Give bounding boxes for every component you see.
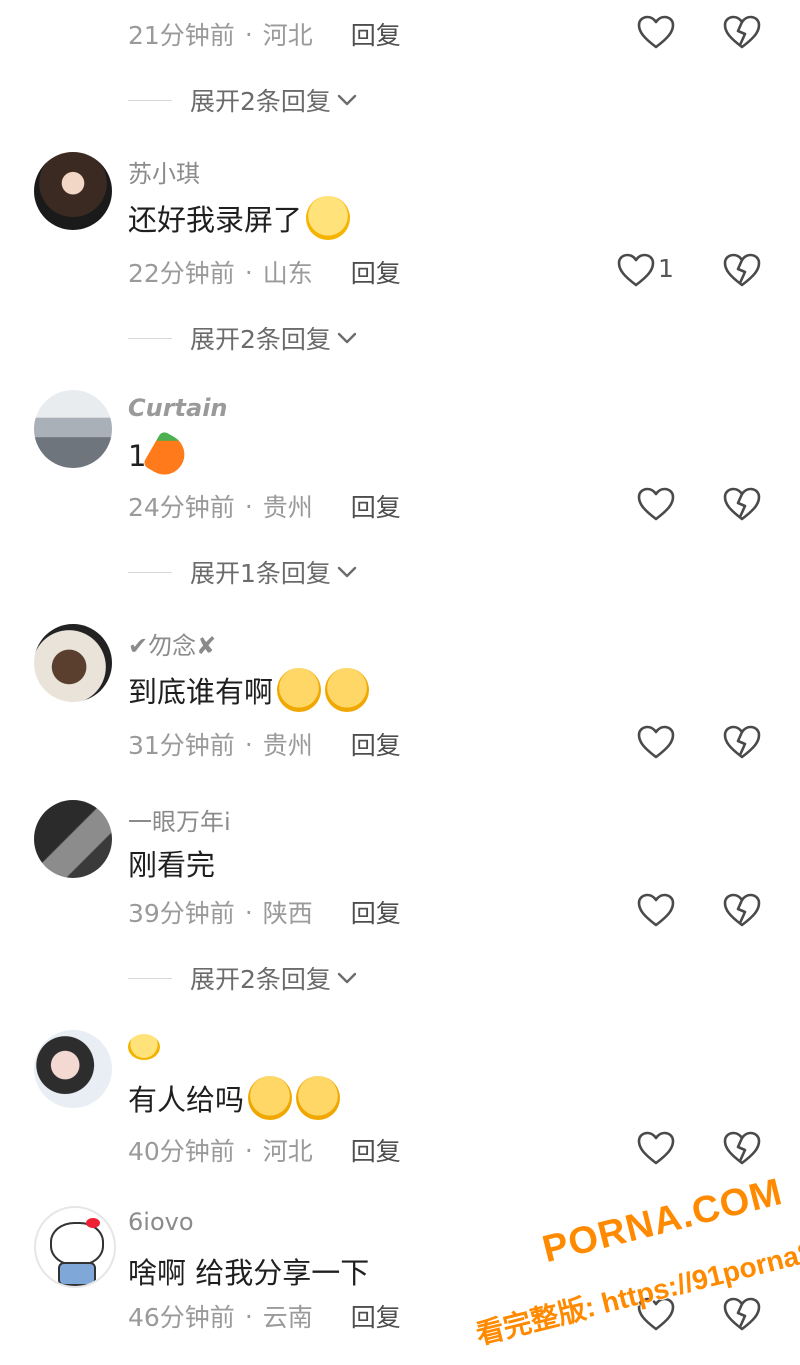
chevron-down-icon bbox=[337, 972, 357, 984]
like-heart-icon[interactable] bbox=[636, 1130, 676, 1166]
comment-time: 24分钟前 bbox=[128, 493, 235, 522]
comment-meta: 40分钟前 · 河北 回复 bbox=[128, 1132, 401, 1168]
smile-emoji-icon bbox=[306, 196, 351, 240]
comment-text: 1 bbox=[128, 439, 147, 473]
comment-text: 啥啊 给我分享一下 bbox=[128, 1256, 370, 1290]
username[interactable]: Curtain bbox=[128, 394, 228, 422]
expand-label: 展开2条回复 bbox=[190, 87, 331, 116]
meta-separator: · bbox=[244, 897, 253, 927]
expand-divider bbox=[128, 977, 172, 979]
comment-location: 陕西 bbox=[262, 899, 313, 928]
expand-replies-button[interactable]: 展开1条回复 bbox=[128, 554, 357, 590]
comment-text-row: 到底谁有啊 bbox=[128, 668, 370, 712]
meta-separator: · bbox=[244, 1301, 253, 1331]
comment-time: 40分钟前 bbox=[128, 1137, 235, 1166]
user-avatar[interactable] bbox=[34, 152, 112, 230]
expand-replies-button[interactable]: 展开2条回复 bbox=[128, 82, 357, 118]
dislike-broken-heart-icon[interactable] bbox=[722, 486, 762, 522]
comment-text: 还好我录屏了 bbox=[128, 203, 303, 237]
expand-divider bbox=[128, 571, 172, 573]
meta-separator: · bbox=[244, 1135, 253, 1165]
reply-button[interactable]: 回复 bbox=[351, 488, 401, 524]
user-avatar[interactable] bbox=[34, 1030, 112, 1108]
dislike-broken-heart-icon[interactable] bbox=[722, 1130, 762, 1166]
reply-button[interactable]: 回复 bbox=[351, 894, 401, 930]
meta-separator: · bbox=[244, 491, 253, 521]
comment-time: 21分钟前 bbox=[128, 21, 235, 50]
meta-separator: · bbox=[244, 257, 253, 287]
meta-separator: · bbox=[244, 729, 253, 759]
dislike-broken-heart-icon[interactable] bbox=[722, 724, 762, 760]
comment-meta: 24分钟前 · 贵州 回复 bbox=[128, 488, 401, 524]
user-avatar[interactable] bbox=[34, 624, 112, 702]
comment-location: 河北 bbox=[262, 1137, 313, 1166]
username[interactable]: 苏小琪 bbox=[128, 154, 200, 189]
chevron-down-icon bbox=[337, 94, 357, 106]
comment-meta: 39分钟前 · 陕西 回复 bbox=[128, 894, 401, 930]
user-avatar[interactable] bbox=[34, 800, 112, 878]
like-heart-icon[interactable] bbox=[636, 724, 676, 760]
comment-meta: 31分钟前 · 贵州 回复 bbox=[128, 726, 401, 762]
comment-location: 贵州 bbox=[262, 493, 313, 522]
comment-meta: 22分钟前 · 山东 回复 bbox=[128, 254, 401, 290]
comment-time: 39分钟前 bbox=[128, 899, 235, 928]
comment-meta: 46分钟前 · 云南 回复 bbox=[128, 1298, 401, 1334]
dislike-broken-heart-icon[interactable] bbox=[722, 892, 762, 928]
hello-kitty-face bbox=[50, 1222, 104, 1266]
comment-text-row: 还好我录屏了 bbox=[128, 196, 351, 240]
comment-time: 31分钟前 bbox=[128, 731, 235, 760]
reply-button[interactable]: 回复 bbox=[351, 16, 401, 52]
comment-location: 云南 bbox=[262, 1303, 313, 1332]
user-avatar[interactable] bbox=[34, 390, 112, 468]
like-heart-icon[interactable] bbox=[636, 14, 676, 50]
expand-divider bbox=[128, 337, 172, 339]
reply-button[interactable]: 回复 bbox=[351, 1298, 401, 1334]
chevron-down-icon bbox=[337, 332, 357, 344]
user-avatar[interactable] bbox=[34, 1206, 116, 1288]
bow-decoration bbox=[86, 1218, 100, 1228]
comment-text-row: 刚看完 bbox=[128, 842, 215, 884]
like-heart-icon[interactable] bbox=[636, 486, 676, 522]
hug-emoji-icon bbox=[277, 668, 322, 712]
comment-text: 到底谁有啊 bbox=[128, 675, 274, 709]
expand-divider bbox=[128, 99, 172, 101]
pleading-emoji-icon bbox=[296, 1076, 341, 1120]
expand-label: 展开1条回复 bbox=[190, 559, 331, 588]
comment-text-row: 有人给吗 bbox=[128, 1076, 341, 1120]
comment-location: 山东 bbox=[262, 259, 313, 288]
expand-label: 展开2条回复 bbox=[190, 965, 331, 994]
reply-button[interactable]: 回复 bbox=[351, 726, 401, 762]
dislike-broken-heart-icon[interactable] bbox=[722, 1296, 762, 1332]
username[interactable]: ✔勿念✘ bbox=[128, 626, 216, 661]
expand-label: 展开2条回复 bbox=[190, 325, 331, 354]
like-heart-icon[interactable] bbox=[616, 252, 656, 288]
dislike-broken-heart-icon[interactable] bbox=[722, 252, 762, 288]
comment-time: 22分钟前 bbox=[128, 259, 235, 288]
like-heart-icon[interactable] bbox=[636, 892, 676, 928]
meta-separator: · bbox=[244, 19, 253, 49]
comment-location: 河北 bbox=[262, 21, 313, 50]
username[interactable]: 6iovo bbox=[128, 1208, 194, 1236]
reply-button[interactable]: 回复 bbox=[351, 254, 401, 290]
hug-emoji-icon bbox=[325, 668, 370, 712]
comment-text-row: 啥啊 给我分享一下 bbox=[128, 1250, 369, 1292]
sunglasses-emoji-icon[interactable] bbox=[128, 1034, 160, 1060]
comment-text-row: 1 bbox=[128, 430, 193, 482]
comment-meta: 21分钟前 · 河北 回复 bbox=[128, 16, 401, 52]
expand-replies-button[interactable]: 展开2条回复 bbox=[128, 960, 357, 996]
reply-button[interactable]: 回复 bbox=[351, 1132, 401, 1168]
chevron-down-icon bbox=[337, 566, 357, 578]
dislike-broken-heart-icon[interactable] bbox=[722, 14, 762, 50]
pleading-emoji-icon bbox=[248, 1076, 293, 1120]
like-count: 1 bbox=[658, 254, 674, 283]
carrot-emoji-icon bbox=[142, 430, 193, 482]
expand-replies-button[interactable]: 展开2条回复 bbox=[128, 320, 357, 356]
comment-location: 贵州 bbox=[262, 731, 313, 760]
shirt-decoration bbox=[58, 1262, 96, 1286]
comment-text: 有人给吗 bbox=[128, 1083, 245, 1117]
comment-text: 刚看完 bbox=[128, 848, 216, 882]
comment-time: 46分钟前 bbox=[128, 1303, 235, 1332]
username[interactable]: 一眼万年i bbox=[128, 802, 231, 837]
